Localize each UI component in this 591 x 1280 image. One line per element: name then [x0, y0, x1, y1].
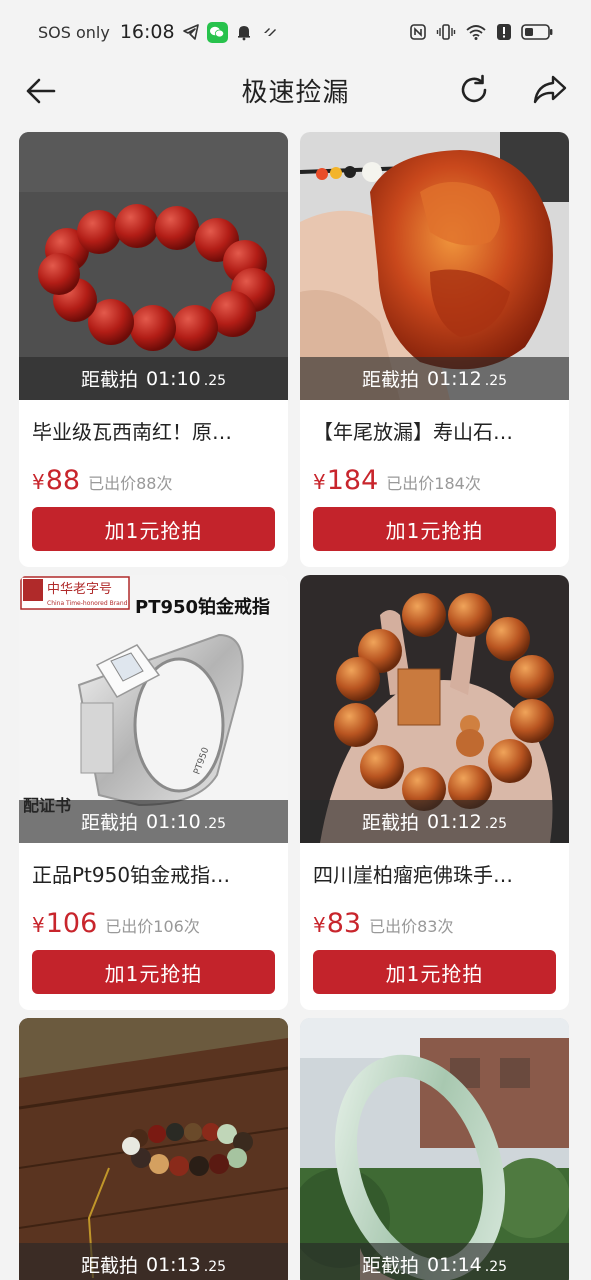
add-one-yuan-bid-button[interactable]: 加1元抢拍	[32, 950, 275, 994]
vibrate-icon	[436, 23, 456, 41]
countdown-time: 01:13	[145, 1253, 201, 1276]
price-row: ¥83 已出价83次	[313, 908, 453, 939]
countdown-bar: 距截拍 01:12 .25	[300, 357, 569, 400]
price-value: 106	[45, 908, 98, 939]
battery-icon	[521, 23, 553, 41]
price-value: 184	[326, 465, 379, 496]
add-one-yuan-bid-button[interactable]: 加1元抢拍	[313, 507, 556, 551]
clock: 16:08	[119, 21, 175, 43]
countdown-time: 01:14	[426, 1253, 482, 1276]
price-row: ¥106 已出价106次	[32, 908, 200, 939]
price-value: 88	[45, 465, 81, 496]
countdown-bar: 距截拍 01:12 .25	[300, 800, 569, 843]
countdown-bar: 距截拍 01:10 .25	[19, 800, 288, 843]
wifi-icon	[465, 23, 487, 41]
product-card[interactable]: 距截拍 01:13 .25	[19, 1018, 288, 1280]
product-grid: 距截拍 01:10 .25 毕业级瓦西南红！原… ¥88 已出价88次 加1元抢…	[19, 132, 569, 1280]
countdown-bar: 距截拍 01:14 .25	[300, 1243, 569, 1280]
share-button[interactable]	[530, 70, 570, 110]
countdown-label: 距截拍	[361, 1255, 419, 1277]
product-image: 距截拍 01:10 .25	[19, 132, 288, 400]
countdown-ms: .25	[203, 1259, 227, 1275]
countdown-ms: .25	[484, 1259, 508, 1275]
status-bar: SOS only 16:08	[0, 0, 591, 64]
product-image: 距截拍 01:12 .25	[300, 575, 569, 843]
countdown-bar: 距截拍 01:13 .25	[19, 1243, 288, 1280]
product-card[interactable]: 距截拍 01:12 .25 四川崖柏瘤疤佛珠手… ¥83 已出价83次 加1元抢…	[300, 575, 569, 1010]
alert-icon	[496, 23, 512, 41]
brand-logo-text: 中华老字号	[47, 582, 112, 597]
nfc-icon	[409, 23, 427, 41]
product-image: 距截拍 01:14 .25	[300, 1018, 569, 1280]
product-card[interactable]: 中华老字号 China Time-honored Brand PT950铂金戒指…	[19, 575, 288, 1010]
countdown-ms: .25	[484, 373, 508, 389]
product-card[interactable]: 距截拍 01:12 .25 【年尾放漏】寿山石… ¥184 已出价184次 加1…	[300, 132, 569, 567]
refresh-button[interactable]	[454, 70, 494, 110]
countdown-bar: 距截拍 01:10 .25	[19, 357, 288, 400]
telegram-icon	[181, 22, 201, 42]
price-row: ¥184 已出价184次	[313, 465, 481, 496]
countdown-label: 距截拍	[80, 369, 138, 391]
bid-count: 已出价83次	[369, 917, 454, 936]
image-caption: PT950铂金戒指	[135, 596, 270, 618]
bead-bracelet-on-wood-image	[19, 1018, 288, 1280]
status-left: SOS only 16:08	[38, 21, 280, 43]
countdown-label: 距截拍	[361, 812, 419, 834]
product-card[interactable]: 距截拍 01:10 .25 毕业级瓦西南红！原… ¥88 已出价88次 加1元抢…	[19, 132, 288, 567]
carrier-label: SOS only	[38, 22, 110, 42]
countdown-ms: .25	[203, 373, 227, 389]
countdown-time: 01:12	[426, 367, 482, 390]
countdown-ms: .25	[203, 816, 227, 832]
refresh-icon	[461, 74, 487, 103]
jade-bangle-image	[300, 1018, 569, 1280]
product-title: 四川崖柏瘤疤佛珠手…	[313, 863, 513, 887]
page-title: 极速捡漏	[241, 78, 350, 108]
share-arrow-icon	[533, 75, 567, 104]
bid-count: 已出价184次	[386, 474, 481, 493]
status-right	[409, 23, 553, 41]
product-title: 正品Pt950铂金戒指…	[32, 863, 231, 887]
price: ¥88	[32, 465, 81, 496]
product-image: 距截拍 01:12 .25	[300, 132, 569, 400]
price-row: ¥88 已出价88次	[32, 465, 172, 496]
bid-count: 已出价88次	[88, 474, 173, 493]
countdown-label: 距截拍	[80, 812, 138, 834]
wechat-icon	[206, 21, 228, 43]
product-title: 【年尾放漏】寿山石…	[313, 420, 513, 444]
product-image: 距截拍 01:13 .25	[19, 1018, 288, 1280]
app-notification-icon	[260, 22, 280, 42]
countdown-ms: .25	[484, 816, 508, 832]
app-root: SOS only 16:08 极速捡漏 距截拍 01:10 .25 毕业级瓦西南…	[0, 0, 591, 1280]
countdown-label: 距截拍	[80, 1255, 138, 1277]
bid-count: 已出价106次	[105, 917, 200, 936]
brand-logo-en: China Time-honored Brand	[47, 600, 128, 607]
add-one-yuan-bid-button[interactable]: 加1元抢拍	[313, 950, 556, 994]
countdown-time: 01:10	[145, 367, 201, 390]
countdown-time: 01:10	[145, 810, 201, 833]
price-value: 83	[326, 908, 362, 939]
product-title: 毕业级瓦西南红！原…	[32, 420, 232, 444]
bell-icon	[234, 22, 254, 42]
add-one-yuan-bid-button[interactable]: 加1元抢拍	[32, 507, 275, 551]
price: ¥83	[313, 908, 362, 939]
countdown-time: 01:12	[426, 810, 482, 833]
price: ¥184	[313, 465, 379, 496]
product-card[interactable]: 距截拍 01:14 .25	[300, 1018, 569, 1280]
countdown-label: 距截拍	[361, 369, 419, 391]
title-bar: 极速捡漏	[0, 64, 591, 116]
price: ¥106	[32, 908, 98, 939]
product-image: 中华老字号 China Time-honored Brand PT950铂金戒指…	[19, 575, 288, 843]
